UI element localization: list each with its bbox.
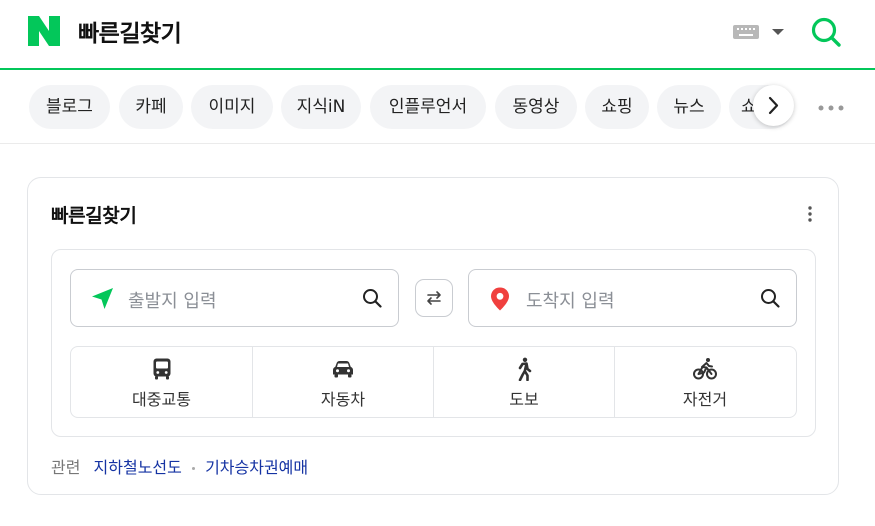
search-icon[interactable]	[361, 287, 383, 309]
search-icon[interactable]	[759, 287, 781, 309]
tab-kin[interactable]: 지식iN	[281, 85, 361, 129]
mode-label: 자동차	[320, 390, 366, 409]
transport-modes: 대중교통 자동차 도보 자전거	[70, 346, 797, 418]
walk-icon	[518, 357, 532, 381]
tab-blog[interactable]: 블로그	[29, 85, 110, 129]
related-link-train-tickets[interactable]: 기차승차권예매	[205, 458, 308, 477]
mode-label: 도보	[509, 390, 539, 409]
tab-shopping[interactable]: 쇼핑	[585, 85, 649, 129]
directions-card: 빠른길찾기 출발지 입력 도착지 입력 대중교통 자동차 도보 자전거 관련 지…	[27, 177, 839, 495]
location-pin-icon	[491, 287, 509, 311]
mode-label: 자전거	[682, 390, 728, 409]
mode-transit[interactable]: 대중교통	[71, 347, 252, 417]
bus-icon	[153, 358, 170, 380]
naver-logo[interactable]	[28, 16, 60, 46]
tab-video[interactable]: 동영상	[495, 85, 577, 129]
separator-dot	[191, 467, 195, 470]
directions-panel: 출발지 입력 도착지 입력 대중교통 자동차 도보 자전거	[51, 249, 816, 437]
tab-cafe[interactable]: 카페	[119, 85, 183, 129]
tab-news[interactable]: 뉴스	[657, 85, 721, 129]
search-query[interactable]: 빠른길찾기	[78, 14, 182, 48]
related-links: 관련 지하철노선도 기차승차권예매	[51, 454, 308, 478]
keyboard-icon[interactable]	[733, 25, 759, 39]
related-label: 관련	[51, 458, 81, 477]
card-title: 빠른길찾기	[51, 205, 137, 227]
end-input[interactable]: 도착지 입력	[468, 269, 797, 327]
mode-walk[interactable]: 도보	[433, 347, 614, 417]
navigation-arrow-icon	[92, 288, 113, 309]
search-tabs: 블로그 카페 이미지 지식iN 인플루언서 동영상 쇼핑 뉴스 쇼	[0, 72, 875, 144]
kebab-menu-icon[interactable]	[808, 206, 812, 222]
swap-button[interactable]	[415, 279, 453, 317]
end-placeholder: 도착지 입력	[526, 291, 615, 312]
tab-image[interactable]: 이미지	[191, 85, 273, 129]
mode-car[interactable]: 자동차	[252, 347, 433, 417]
more-dots-icon[interactable]	[818, 105, 844, 111]
mode-bicycle[interactable]: 자전거	[614, 347, 795, 417]
mode-label: 대중교통	[132, 390, 191, 409]
caret-down-icon[interactable]	[772, 29, 784, 35]
related-link-subway-map[interactable]: 지하철노선도	[94, 458, 182, 477]
car-icon	[333, 361, 353, 378]
start-input[interactable]: 출발지 입력	[70, 269, 399, 327]
chevron-right-icon	[768, 96, 779, 115]
tab-influencer[interactable]: 인플루언서	[370, 85, 486, 129]
tabs-next-button[interactable]	[753, 85, 794, 126]
bicycle-icon	[693, 358, 717, 380]
start-placeholder: 출발지 입력	[128, 291, 217, 312]
search-icon[interactable]	[808, 14, 844, 50]
swap-arrows-icon	[427, 291, 441, 305]
search-header: 빠른길찾기	[0, 0, 875, 70]
